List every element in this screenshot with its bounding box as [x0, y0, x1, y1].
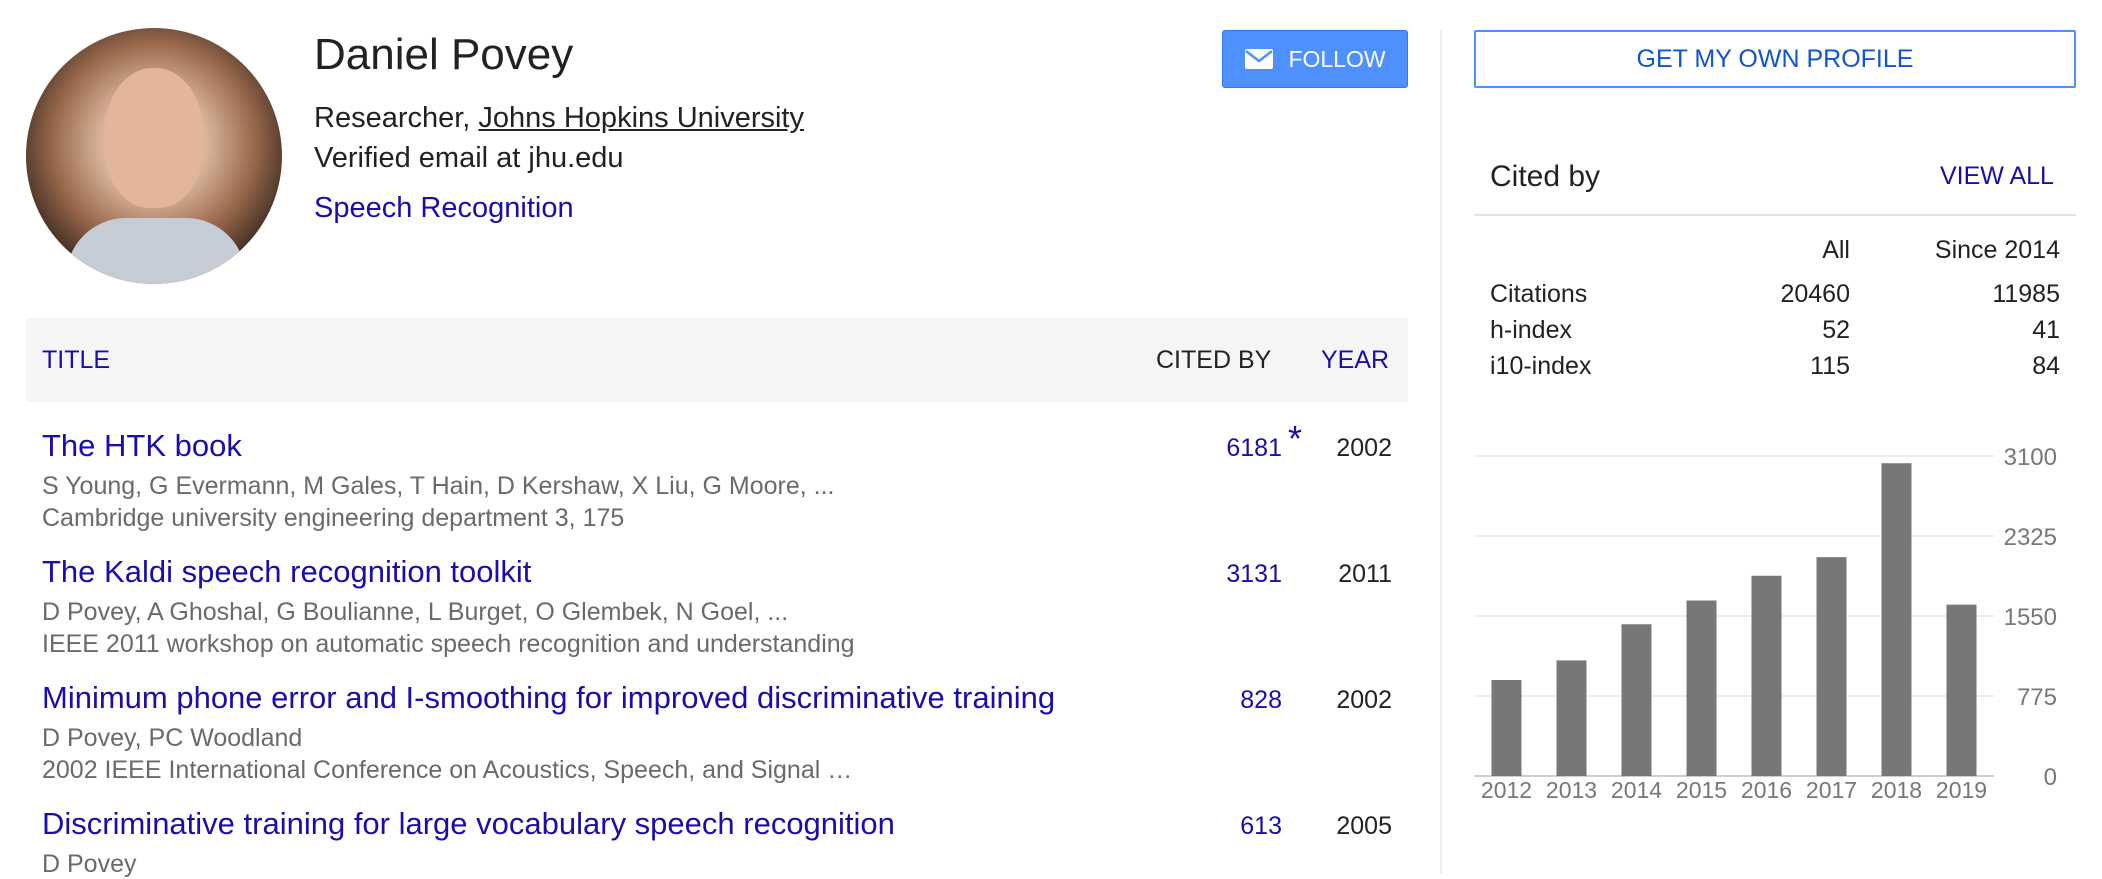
stats-row: Citations 20460 11985 — [1474, 276, 2076, 312]
article-authors: S Young, G Evermann, M Gales, T Hain, D … — [42, 472, 835, 500]
stat-label[interactable]: Citations — [1474, 276, 1690, 312]
col-since: Since 2014 — [1934, 235, 2060, 264]
article-cited-by-link[interactable]: 613 — [1240, 812, 1282, 841]
stat-all: 115 — [1810, 351, 1850, 380]
chart-bar-2013[interactable] — [1556, 660, 1587, 776]
article-row: Discriminative training for large vocabu… — [26, 806, 1408, 878]
profile-affiliation-line: Researcher, Johns Hopkins University — [314, 102, 804, 135]
stats-header-row: All Since 2014 — [1474, 224, 2076, 276]
stat-since: 11985 — [1992, 279, 2060, 308]
column-divider — [1440, 30, 1442, 874]
article-title-link[interactable]: The HTK book — [42, 428, 242, 464]
x-tick-label: 2015 — [1676, 777, 1727, 803]
article-authors: D Povey, A Ghoshal, G Boulianne, L Burge… — [42, 598, 789, 626]
stat-all: 52 — [1822, 315, 1850, 344]
profile-photo — [26, 28, 282, 284]
profile-name: Daniel Povey — [314, 30, 574, 79]
y-tick-label: 1550 — [2004, 604, 2057, 631]
article-venue: Cambridge university engineering departm… — [42, 504, 625, 532]
y-tick-label: 3100 — [2004, 444, 2057, 471]
article-year: 2005 — [1336, 812, 1392, 840]
article-venue: 2002 IEEE International Conference on Ac… — [42, 756, 853, 784]
y-tick-label: 775 — [2017, 684, 2057, 711]
article-title-link[interactable]: Minimum phone error and I-smoothing for … — [42, 680, 1055, 716]
chart-bar-2012[interactable] — [1491, 680, 1522, 776]
x-tick-label: 2012 — [1481, 777, 1532, 803]
article-row: The Kaldi speech recognition toolkit D P… — [26, 554, 1408, 662]
x-tick-label: 2013 — [1546, 777, 1597, 803]
article-title-link[interactable]: The Kaldi speech recognition toolkit — [42, 554, 531, 590]
view-all-link[interactable]: VIEW ALL — [1940, 162, 2054, 191]
citations-per-year-chart: 0 775 1550 2325 3100 2012 2013 2014 2015 2016 2017… — [1474, 444, 2057, 803]
stat-label[interactable]: i10-index — [1474, 348, 1690, 384]
article-row: Minimum phone error and I-smoothing for … — [26, 680, 1408, 788]
sort-by-year[interactable]: YEAR — [1321, 346, 1389, 375]
stat-since: 41 — [2032, 315, 2060, 344]
articles-table-header: TITLE CITED BY YEAR — [26, 318, 1408, 402]
chart-bar-2015[interactable] — [1686, 600, 1717, 776]
col-all: All — [1822, 235, 1850, 264]
stats-row: i10-index 115 84 — [1474, 348, 2076, 384]
citation-stats-table: All Since 2014 Citations 20460 11985 h-i… — [1474, 224, 2076, 384]
article-title-link[interactable]: Discriminative training for large vocabu… — [42, 806, 895, 842]
article-venue: IEEE 2011 workshop on automatic speech r… — [42, 630, 855, 658]
article-cited-by-link[interactable]: 6181 — [1226, 434, 1282, 463]
article-row: The HTK book S Young, G Evermann, M Gale… — [26, 418, 1408, 536]
y-tick-label: 2325 — [2004, 524, 2057, 551]
merged-citations-star[interactable]: * — [1288, 418, 1302, 460]
stat-label[interactable]: h-index — [1474, 312, 1690, 348]
research-interest-link[interactable]: Speech Recognition — [314, 192, 574, 225]
stats-divider — [1474, 214, 2076, 216]
sort-by-cited[interactable]: CITED BY — [1156, 346, 1271, 375]
article-year: 2011 — [1338, 560, 1392, 588]
affiliation-link[interactable]: Johns Hopkins University — [478, 102, 804, 134]
profile-email: Verified email at jhu.edu — [314, 142, 624, 174]
follow-button[interactable]: FOLLOW — [1222, 30, 1408, 88]
cited-by-heading: Cited by — [1490, 160, 1601, 193]
chart-bar-2018[interactable] — [1881, 463, 1912, 776]
y-tick-label: 0 — [2044, 764, 2057, 791]
article-authors: D Povey, PC Woodland — [42, 724, 303, 752]
sort-by-title[interactable]: TITLE — [42, 346, 110, 375]
article-authors: D Povey — [42, 850, 137, 878]
article-year: 2002 — [1336, 434, 1392, 462]
article-year: 2002 — [1336, 686, 1392, 714]
envelope-icon — [1245, 49, 1274, 69]
chart-bar-2014[interactable] — [1621, 624, 1652, 776]
role-prefix: Researcher, — [314, 102, 479, 134]
article-cited-by-link[interactable]: 828 — [1240, 686, 1282, 715]
photo-face — [104, 68, 204, 208]
follow-label: FOLLOW — [1288, 45, 1386, 72]
x-tick-label: 2014 — [1611, 777, 1662, 803]
article-cited-by-link[interactable]: 3131 — [1226, 560, 1282, 589]
chart-bar-2016[interactable] — [1751, 575, 1782, 776]
chart-bar-2019[interactable] — [1946, 604, 1977, 776]
stat-since: 84 — [2032, 351, 2060, 380]
x-tick-label: 2017 — [1806, 777, 1857, 803]
x-tick-label: 2018 — [1871, 777, 1922, 803]
x-tick-label: 2019 — [1936, 777, 1987, 803]
stats-row: h-index 52 41 — [1474, 312, 2076, 348]
chart-bar-2017[interactable] — [1816, 557, 1847, 776]
x-tick-label: 2016 — [1741, 777, 1792, 803]
stat-all: 20460 — [1780, 279, 1850, 308]
photo-shirt — [66, 218, 246, 284]
get-own-profile-button[interactable]: GET MY OWN PROFILE — [1474, 30, 2076, 88]
